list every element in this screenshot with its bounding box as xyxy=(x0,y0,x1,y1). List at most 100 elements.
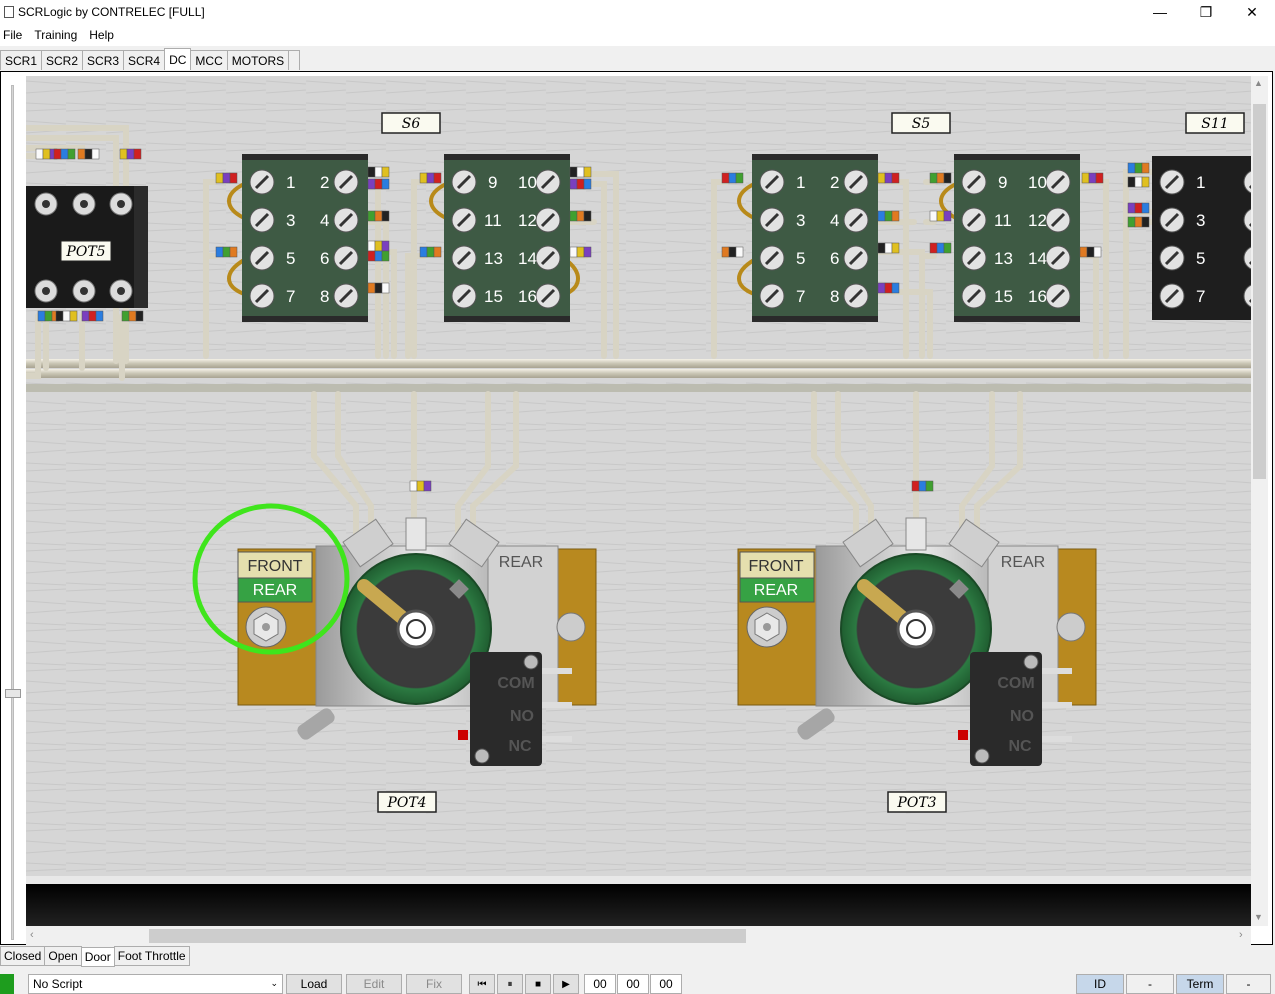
script-select-value: No Script xyxy=(33,977,83,991)
tab-scr4[interactable]: SCR4 xyxy=(123,50,166,70)
wire-marker xyxy=(1127,176,1150,188)
rewind-icon[interactable]: ⏮ xyxy=(469,974,495,994)
wire-marker xyxy=(911,480,934,492)
zoom-slider-thumb[interactable] xyxy=(5,689,21,698)
pause-icon[interactable]: ⏸ xyxy=(497,974,523,994)
scroll-right-icon[interactable]: › xyxy=(1239,929,1243,941)
contact-number: 5 xyxy=(286,249,295,268)
tab-door[interactable]: Door xyxy=(80,947,115,967)
title-bar: SCRLogic by CONTRELEC [FULL] — ❐ ✕ xyxy=(0,0,1275,24)
term-value: - xyxy=(1226,974,1271,994)
load-button[interactable]: Load xyxy=(286,974,342,994)
contact-number: 7 xyxy=(796,287,805,306)
fix-button[interactable]: Fix xyxy=(406,974,462,994)
close-button[interactable]: ✕ xyxy=(1229,0,1275,24)
wire-marker xyxy=(1127,202,1150,214)
menu-training[interactable]: Training xyxy=(31,28,80,42)
wire-marker xyxy=(1127,216,1150,228)
contact-number: 5 xyxy=(796,249,805,268)
tab-mcc[interactable]: MCC xyxy=(190,50,228,70)
contact-number: 12 xyxy=(518,211,537,230)
horizontal-scroll-thumb[interactable] xyxy=(149,929,746,943)
tab-dc[interactable]: DC xyxy=(164,48,192,70)
contact-number: 16 xyxy=(518,287,537,306)
tab-motors[interactable]: MOTORS xyxy=(226,50,290,70)
wire-marker xyxy=(215,172,238,184)
contact-number: 9 xyxy=(998,173,1007,192)
wire-marker xyxy=(367,240,390,252)
pot3-switch-nc: NC xyxy=(1008,738,1032,755)
wire-marker xyxy=(1081,172,1104,184)
contact-number: 3 xyxy=(286,211,295,230)
wire-marker xyxy=(721,172,744,184)
wire-marker xyxy=(877,210,900,222)
tab-foot-throttle[interactable]: Foot Throttle xyxy=(113,946,190,966)
contact-number: 3 xyxy=(796,211,805,230)
contact-number: 14 xyxy=(518,249,537,268)
label-pot5: POT5 xyxy=(65,244,105,260)
tab-open[interactable]: Open xyxy=(44,946,82,966)
wire-marker xyxy=(409,480,432,492)
contact-number: 1 xyxy=(796,173,805,192)
contact-number: 11 xyxy=(484,211,502,230)
contact-number: 1 xyxy=(1196,173,1205,192)
wire-marker xyxy=(367,250,390,262)
wire-marker xyxy=(119,148,142,160)
horizontal-scrollbar[interactable]: ‹ › xyxy=(26,926,1251,946)
window-title: SCRLogic by CONTRELEC [FULL] xyxy=(18,5,205,19)
tab-scr3[interactable]: SCR3 xyxy=(82,50,125,70)
vertical-scrollbar[interactable]: ▲ ▼ xyxy=(1251,76,1268,926)
panel-drawing: 1 23 45 67 89 1011 1213 1415 161 23 45 67 89 1011 1213… xyxy=(26,76,1251,926)
term-label: Term xyxy=(1176,974,1224,994)
wire-marker xyxy=(721,246,744,258)
panel-tabs: SCR1 SCR2 SCR3 SCR4 DC MCC MOTORS xyxy=(0,48,301,71)
wire-marker xyxy=(929,210,952,222)
vertical-scroll-thumb[interactable] xyxy=(1253,104,1266,479)
contact-number: 7 xyxy=(286,287,295,306)
contact-number: 11 xyxy=(994,211,1012,230)
pot4-front-button[interactable]: FRONT xyxy=(247,558,302,575)
label-pot4: POT4 xyxy=(386,795,426,811)
restore-button[interactable]: ❐ xyxy=(1183,0,1229,24)
pot3-front-button[interactable]: FRONT xyxy=(748,558,803,575)
stop-icon[interactable]: ■ xyxy=(525,974,551,994)
contact-number: 8 xyxy=(830,287,839,306)
pot4-switch-nc: NC xyxy=(508,738,532,755)
tab-scr1[interactable]: SCR1 xyxy=(0,50,43,70)
scroll-up-icon[interactable]: ▲ xyxy=(1254,78,1263,88)
wire-marker xyxy=(367,282,390,294)
wire-marker xyxy=(877,242,900,254)
wire-marker xyxy=(1079,246,1102,258)
contact-number: 7 xyxy=(1196,287,1205,306)
wire-marker xyxy=(877,172,900,184)
id-label: ID xyxy=(1076,974,1124,994)
window-controls: — ❐ ✕ xyxy=(1137,0,1275,24)
time-hours: 00 xyxy=(584,974,616,994)
contact-number: 2 xyxy=(830,173,839,192)
scroll-left-icon[interactable]: ‹ xyxy=(30,929,34,941)
wire-marker xyxy=(877,282,900,294)
view-tabs: Closed Open Door Foot Throttle xyxy=(0,946,190,968)
contact-number: 1 xyxy=(286,173,295,192)
edit-button[interactable]: Edit xyxy=(346,974,402,994)
contact-number: 13 xyxy=(484,249,503,268)
wire-marker xyxy=(569,166,592,178)
contact-number: 4 xyxy=(320,211,329,230)
menu-bar: File Training Help xyxy=(0,24,1275,46)
tab-closed[interactable]: Closed xyxy=(0,946,46,966)
wire-marker xyxy=(367,210,390,222)
minimize-button[interactable]: — xyxy=(1137,0,1183,24)
scroll-down-icon[interactable]: ▼ xyxy=(1254,912,1263,922)
menu-help[interactable]: Help xyxy=(86,28,117,42)
play-icon[interactable]: ▶ xyxy=(553,974,579,994)
panel-bottom-strip xyxy=(26,884,1251,926)
tab-scr2[interactable]: SCR2 xyxy=(41,50,84,70)
pot3-rear-button-label: REAR xyxy=(754,582,798,599)
time-seconds: 00 xyxy=(650,974,682,994)
wire-marker xyxy=(569,210,592,222)
menu-file[interactable]: File xyxy=(0,28,25,42)
label-s6: S6 xyxy=(402,116,421,132)
schematic-canvas: 1 2 3 4 5 6 7 8 9 10 11 12 13 14 15 16 1 2 3 4 5 6 7 8 9 10 11 12 13… xyxy=(26,76,1251,926)
script-select[interactable]: No Script ⌄ xyxy=(28,974,283,994)
left-zoom-slider[interactable] xyxy=(5,85,21,945)
